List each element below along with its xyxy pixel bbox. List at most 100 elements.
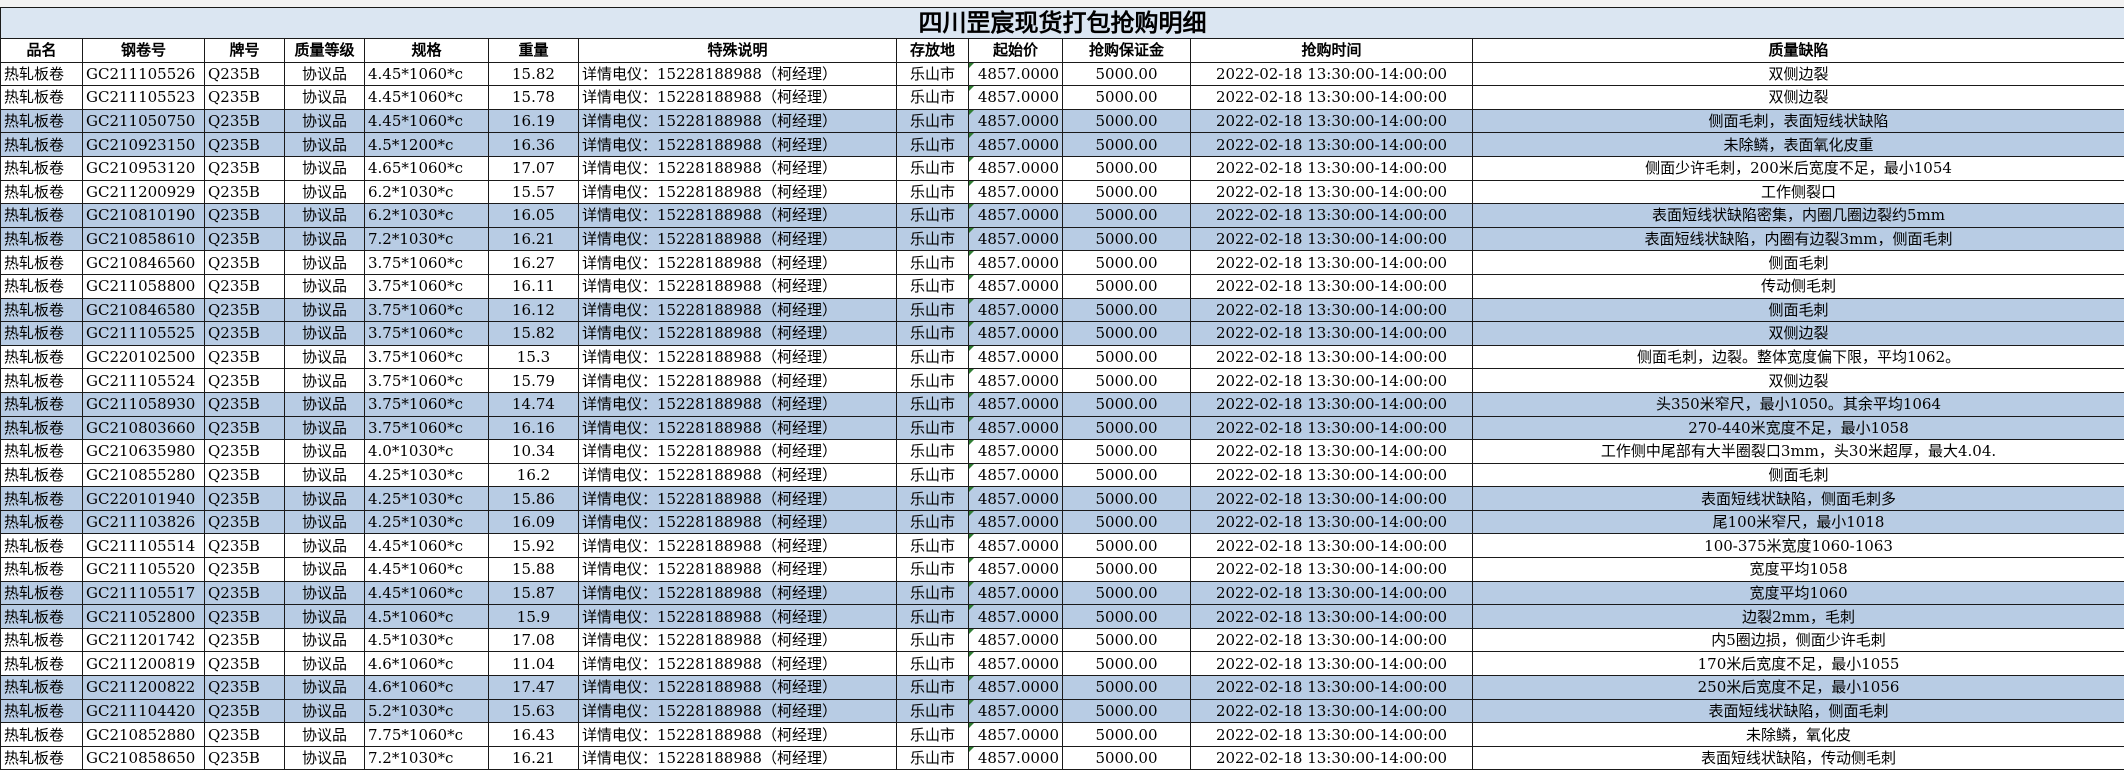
cell-quality-level[interactable]: 协议品: [285, 204, 365, 228]
cell-deposit[interactable]: 5000.00: [1063, 109, 1191, 133]
cell-coil-number[interactable]: GC210852880: [83, 723, 205, 747]
cell-product[interactable]: 热轧板卷: [1, 227, 83, 251]
cell-deposit[interactable]: 5000.00: [1063, 322, 1191, 346]
cell-product[interactable]: 热轧板卷: [1, 558, 83, 582]
cell-grade[interactable]: Q235B: [205, 699, 285, 723]
cell-spec[interactable]: 4.45*1060*c: [365, 86, 489, 110]
cell-location[interactable]: 乐山市: [897, 109, 969, 133]
cell-time[interactable]: 2022-02-18 13:30:00-14:00:00: [1191, 392, 1473, 416]
cell-location[interactable]: 乐山市: [897, 345, 969, 369]
cell-time[interactable]: 2022-02-18 13:30:00-14:00:00: [1191, 416, 1473, 440]
cell-quality-level[interactable]: 协议品: [285, 322, 365, 346]
cell-quality-level[interactable]: 协议品: [285, 558, 365, 582]
cell-time[interactable]: 2022-02-18 13:30:00-14:00:00: [1191, 369, 1473, 393]
cell-deposit[interactable]: 5000.00: [1063, 510, 1191, 534]
cell-deposit[interactable]: 5000.00: [1063, 369, 1191, 393]
cell-defect[interactable]: 工作侧中尾部有大半圈裂口3mm，头30米超厚，最大4.04.: [1473, 440, 2124, 464]
cell-start-price[interactable]: 4857.0000: [969, 369, 1063, 393]
cell-location[interactable]: 乐山市: [897, 322, 969, 346]
cell-grade[interactable]: Q235B: [205, 723, 285, 747]
cell-spec[interactable]: 4.5*1060*c: [365, 605, 489, 629]
cell-time[interactable]: 2022-02-18 13:30:00-14:00:00: [1191, 345, 1473, 369]
cell-spec[interactable]: 3.75*1060*c: [365, 392, 489, 416]
cell-product[interactable]: 热轧板卷: [1, 86, 83, 110]
cell-note[interactable]: 详情电仪：15228188988（柯经理）: [579, 723, 897, 747]
cell-time[interactable]: 2022-02-18 13:30:00-14:00:00: [1191, 487, 1473, 511]
cell-product[interactable]: 热轧板卷: [1, 133, 83, 157]
cell-start-price[interactable]: 4857.0000: [969, 463, 1063, 487]
cell-time[interactable]: 2022-02-18 13:30:00-14:00:00: [1191, 723, 1473, 747]
cell-weight[interactable]: 15.78: [489, 86, 579, 110]
cell-note[interactable]: 详情电仪：15228188988（柯经理）: [579, 605, 897, 629]
cell-time[interactable]: 2022-02-18 13:30:00-14:00:00: [1191, 109, 1473, 133]
cell-quality-level[interactable]: 协议品: [285, 510, 365, 534]
cell-deposit[interactable]: 5000.00: [1063, 298, 1191, 322]
cell-spec[interactable]: 5.2*1030*c: [365, 699, 489, 723]
cell-product[interactable]: 热轧板卷: [1, 322, 83, 346]
cell-location[interactable]: 乐山市: [897, 62, 969, 86]
cell-weight[interactable]: 16.43: [489, 723, 579, 747]
cell-defect[interactable]: 侧面毛刺: [1473, 251, 2124, 275]
cell-weight[interactable]: 16.19: [489, 109, 579, 133]
cell-deposit[interactable]: 5000.00: [1063, 204, 1191, 228]
cell-grade[interactable]: Q235B: [205, 109, 285, 133]
cell-defect[interactable]: 100-375米宽度1060-1063: [1473, 534, 2124, 558]
cell-time[interactable]: 2022-02-18 13:30:00-14:00:00: [1191, 746, 1473, 770]
cell-spec[interactable]: 3.75*1060*c: [365, 274, 489, 298]
cell-location[interactable]: 乐山市: [897, 628, 969, 652]
cell-start-price[interactable]: 4857.0000: [969, 558, 1063, 582]
cell-deposit[interactable]: 5000.00: [1063, 156, 1191, 180]
cell-start-price[interactable]: 4857.0000: [969, 62, 1063, 86]
cell-coil-number[interactable]: GC210846560: [83, 251, 205, 275]
cell-location[interactable]: 乐山市: [897, 723, 969, 747]
cell-grade[interactable]: Q235B: [205, 62, 285, 86]
cell-grade[interactable]: Q235B: [205, 463, 285, 487]
cell-start-price[interactable]: 4857.0000: [969, 440, 1063, 464]
cell-grade[interactable]: Q235B: [205, 133, 285, 157]
cell-product[interactable]: 热轧板卷: [1, 62, 83, 86]
cell-note[interactable]: 详情电仪：15228188988（柯经理）: [579, 204, 897, 228]
cell-weight[interactable]: 15.88: [489, 558, 579, 582]
cell-spec[interactable]: 3.75*1060*c: [365, 416, 489, 440]
cell-note[interactable]: 详情电仪：15228188988（柯经理）: [579, 699, 897, 723]
cell-coil-number[interactable]: GC211105514: [83, 534, 205, 558]
cell-product[interactable]: 热轧板卷: [1, 510, 83, 534]
cell-spec[interactable]: 3.75*1060*c: [365, 322, 489, 346]
cell-time[interactable]: 2022-02-18 13:30:00-14:00:00: [1191, 227, 1473, 251]
cell-weight[interactable]: 15.57: [489, 180, 579, 204]
cell-note[interactable]: 详情电仪：15228188988（柯经理）: [579, 251, 897, 275]
cell-note[interactable]: 详情电仪：15228188988（柯经理）: [579, 558, 897, 582]
cell-note[interactable]: 详情电仪：15228188988（柯经理）: [579, 86, 897, 110]
cell-quality-level[interactable]: 协议品: [285, 746, 365, 770]
cell-coil-number[interactable]: GC211201742: [83, 628, 205, 652]
cell-product[interactable]: 热轧板卷: [1, 487, 83, 511]
cell-spec[interactable]: 3.75*1060*c: [365, 251, 489, 275]
cell-defect[interactable]: 表面短线状缺陷，传动侧毛刺: [1473, 746, 2124, 770]
cell-weight[interactable]: 16.09: [489, 510, 579, 534]
cell-start-price[interactable]: 4857.0000: [969, 345, 1063, 369]
cell-deposit[interactable]: 5000.00: [1063, 86, 1191, 110]
cell-quality-level[interactable]: 协议品: [285, 416, 365, 440]
sheet-title[interactable]: 四川罡宸现货打包抢购明细: [1, 8, 2124, 39]
cell-spec[interactable]: 7.2*1030*c: [365, 746, 489, 770]
cell-defect[interactable]: 侧面毛刺: [1473, 298, 2124, 322]
cell-coil-number[interactable]: GC211200929: [83, 180, 205, 204]
cell-note[interactable]: 详情电仪：15228188988（柯经理）: [579, 652, 897, 676]
cell-weight[interactable]: 15.3: [489, 345, 579, 369]
cell-start-price[interactable]: 4857.0000: [969, 746, 1063, 770]
cell-spec[interactable]: 3.75*1060*c: [365, 345, 489, 369]
cell-grade[interactable]: Q235B: [205, 558, 285, 582]
cell-coil-number[interactable]: GC211200819: [83, 652, 205, 676]
cell-location[interactable]: 乐山市: [897, 227, 969, 251]
cell-time[interactable]: 2022-02-18 13:30:00-14:00:00: [1191, 581, 1473, 605]
cell-defect[interactable]: 宽度平均1058: [1473, 558, 2124, 582]
cell-note[interactable]: 详情电仪：15228188988（柯经理）: [579, 227, 897, 251]
cell-coil-number[interactable]: GC210810190: [83, 204, 205, 228]
cell-deposit[interactable]: 5000.00: [1063, 345, 1191, 369]
cell-coil-number[interactable]: GC211104420: [83, 699, 205, 723]
cell-note[interactable]: 详情电仪：15228188988（柯经理）: [579, 180, 897, 204]
cell-spec[interactable]: 3.75*1060*c: [365, 369, 489, 393]
column-header[interactable]: 抢购保证金: [1063, 39, 1191, 63]
cell-start-price[interactable]: 4857.0000: [969, 274, 1063, 298]
cell-time[interactable]: 2022-02-18 13:30:00-14:00:00: [1191, 274, 1473, 298]
